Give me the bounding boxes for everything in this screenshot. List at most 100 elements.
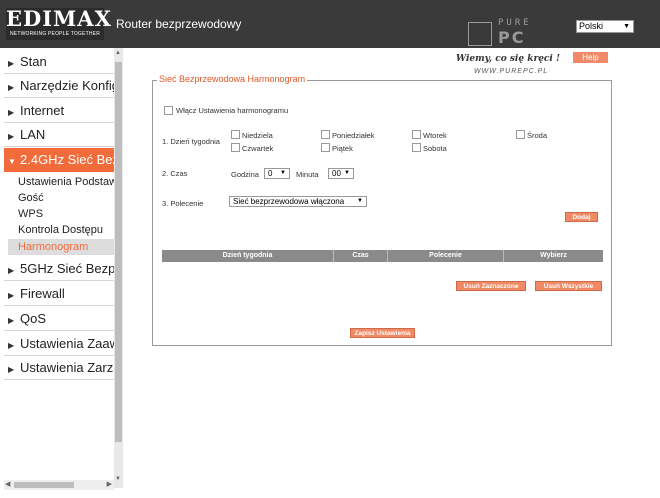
- label-friday: Piątek: [332, 144, 353, 153]
- hour-label: Godzina: [231, 170, 259, 179]
- command-label: 3. Polecenie: [162, 199, 204, 208]
- schedule-table-header: Dzień tygodnia Czas Polecenie Wybierz: [162, 250, 603, 262]
- checkbox-sunday[interactable]: [231, 130, 240, 139]
- language-select[interactable]: Polski ▼: [576, 20, 634, 33]
- enable-schedule-checkbox[interactable]: [164, 106, 173, 115]
- scroll-down-icon[interactable]: ▼: [115, 476, 121, 482]
- scroll-up-icon[interactable]: ▲: [115, 50, 121, 56]
- add-button[interactable]: Dodaj: [565, 212, 598, 222]
- logo-text: EDIMAX: [6, 6, 112, 31]
- checkbox-tuesday[interactable]: [412, 130, 421, 139]
- sidebar-item-advanced[interactable]: ▶ Ustawienia Zaaw: [4, 332, 114, 356]
- watermark-slogan: Wiemy, co się kręci !: [456, 54, 560, 64]
- watermark-url: WWW.PUREPC.PL: [474, 68, 549, 75]
- sidebar-horizontal-scrollbar[interactable]: ◀ ▶: [4, 480, 114, 490]
- sidebar-item-wireless-5[interactable]: ▶ 5GHz Sieć Bezpr: [4, 257, 114, 281]
- hour-value: 0: [268, 169, 273, 178]
- checkbox-friday[interactable]: [321, 143, 330, 152]
- watermark-bottom: PC: [498, 28, 526, 47]
- minute-value: 00: [332, 169, 341, 178]
- sidebar-item-firewall[interactable]: ▶ Firewall: [4, 282, 114, 306]
- sidebar-item-stan[interactable]: ▶ Stan: [4, 50, 114, 74]
- caret-right-icon: ▶: [8, 291, 15, 300]
- help-button[interactable]: Help: [573, 52, 608, 63]
- label-monday: Poniedziałek: [332, 131, 375, 140]
- sidebar-subitem-guest[interactable]: Gość: [18, 190, 114, 206]
- sidebar-item-label: Narzędzie Konfig: [20, 78, 114, 93]
- column-header-select: Wybierz: [540, 252, 567, 259]
- caret-right-icon: ▶: [8, 365, 15, 374]
- top-header: EDIMAX NETWORKING PEOPLE TOGETHER Router…: [0, 0, 660, 48]
- sidebar-item-label: Stan: [20, 54, 47, 69]
- sidebar-nav: ▶ Stan ▶ Narzędzie Konfig ▶ Internet ▶ LAN ▼…: [4, 48, 114, 480]
- caret-right-icon: ▶: [8, 316, 15, 325]
- sidebar-item-narzedzie[interactable]: ▶ Narzędzie Konfig: [4, 74, 114, 98]
- sidebar-subitem-wps[interactable]: WPS: [18, 206, 114, 222]
- label-tuesday: Wtorek: [423, 131, 447, 140]
- chevron-down-icon: ▼: [623, 23, 630, 30]
- chevron-down-icon: ▼: [357, 198, 363, 204]
- caret-right-icon: ▶: [8, 83, 15, 92]
- scrollbar-thumb[interactable]: [115, 62, 122, 442]
- sidebar-vertical-scrollbar[interactable]: ▲ ▼: [114, 48, 123, 488]
- caret-right-icon: ▶: [8, 341, 15, 350]
- caret-right-icon: ▶: [8, 132, 15, 141]
- logo-tagline: NETWORKING PEOPLE TOGETHER: [9, 31, 101, 37]
- sidebar-item-label: 5GHz Sieć Bezpr: [20, 261, 114, 276]
- checkbox-saturday[interactable]: [412, 143, 421, 152]
- enable-schedule-label: Włącz Ustawienia harmonogramu: [176, 106, 289, 115]
- time-label: 2. Czas: [162, 169, 188, 178]
- chevron-down-icon: ▼: [344, 170, 350, 176]
- edimax-logo: EDIMAX NETWORKING PEOPLE TOGETHER: [6, 6, 112, 40]
- day-of-week-label: 1. Dzień tygodnia: [162, 137, 220, 146]
- checkbox-monday[interactable]: [321, 130, 330, 139]
- scroll-left-icon[interactable]: ◀: [5, 480, 10, 490]
- hour-select[interactable]: 0 ▼: [264, 168, 290, 179]
- caret-down-icon: ▼: [8, 157, 16, 166]
- purepc-watermark: PURE PC: [462, 16, 558, 50]
- watermark-top: PURE: [498, 18, 532, 28]
- sidebar-item-label: Firewall: [20, 286, 65, 301]
- sidebar-item-label: QoS: [20, 311, 47, 326]
- minute-label: Minuta: [296, 170, 319, 179]
- minute-select[interactable]: 00 ▼: [328, 168, 354, 179]
- sidebar-item-qos[interactable]: ▶ QoS: [4, 307, 114, 331]
- delete-selected-button[interactable]: Usuń Zaznaczone: [456, 281, 526, 291]
- label-wednesday: Środa: [527, 131, 548, 140]
- watermark-box-icon: [468, 22, 492, 46]
- sidebar-item-lan[interactable]: ▶ LAN: [4, 123, 114, 147]
- sidebar-subitem-basic[interactable]: Ustawienia Podstawo: [18, 174, 114, 190]
- label-sunday: Niedziela: [242, 131, 273, 140]
- label-thursday: Czwartek: [242, 144, 274, 153]
- language-value: Polski: [579, 21, 604, 31]
- scrollbar-thumb[interactable]: [14, 482, 74, 488]
- column-header-command: Polecenie: [388, 250, 504, 262]
- command-value: Sieć bezprzewodowa włączona: [233, 197, 345, 206]
- caret-right-icon: ▶: [8, 59, 15, 68]
- column-header-time: Czas: [334, 250, 388, 262]
- checkbox-thursday[interactable]: [231, 143, 240, 152]
- column-header-day: Dzień tygodnia: [162, 250, 334, 262]
- schedule-panel: [152, 80, 612, 346]
- caret-right-icon: ▶: [8, 266, 15, 275]
- delete-all-button[interactable]: Usuń Wszystkie: [535, 281, 602, 291]
- label-saturday: Sobota: [423, 144, 447, 153]
- sidebar-item-label: Ustawienia Zaaw: [20, 336, 114, 351]
- sidebar-item-label: Internet: [20, 103, 65, 118]
- sidebar-subitem-schedule[interactable]: Harmonogram: [8, 239, 114, 255]
- sidebar-item-label: 2.4GHz Sieć Bez: [20, 152, 114, 167]
- checkbox-wednesday[interactable]: [516, 130, 525, 139]
- sidebar-item-label: Ustawienia Zarzą: [20, 360, 114, 375]
- save-settings-button[interactable]: Zapisz Ustawienia: [350, 328, 415, 338]
- sidebar-item-internet[interactable]: ▶ Internet: [4, 99, 114, 123]
- command-select[interactable]: Sieć bezprzewodowa włączona ▼: [229, 196, 367, 207]
- chevron-down-icon: ▼: [280, 170, 286, 176]
- sidebar-subitem-access-control[interactable]: Kontrola Dostępu: [18, 222, 114, 238]
- section-title: Sieć Bezprzewodowa Harmonogram: [157, 74, 308, 84]
- sidebar-item-management[interactable]: ▶ Ustawienia Zarzą: [4, 356, 114, 380]
- caret-right-icon: ▶: [8, 108, 15, 117]
- sidebar-item-label: LAN: [20, 127, 46, 142]
- scroll-right-icon[interactable]: ▶: [107, 480, 112, 490]
- app-title: Router bezprzewodowy: [116, 17, 242, 31]
- sidebar-item-wireless-24[interactable]: ▼ 2.4GHz Sieć Bez: [4, 148, 114, 172]
